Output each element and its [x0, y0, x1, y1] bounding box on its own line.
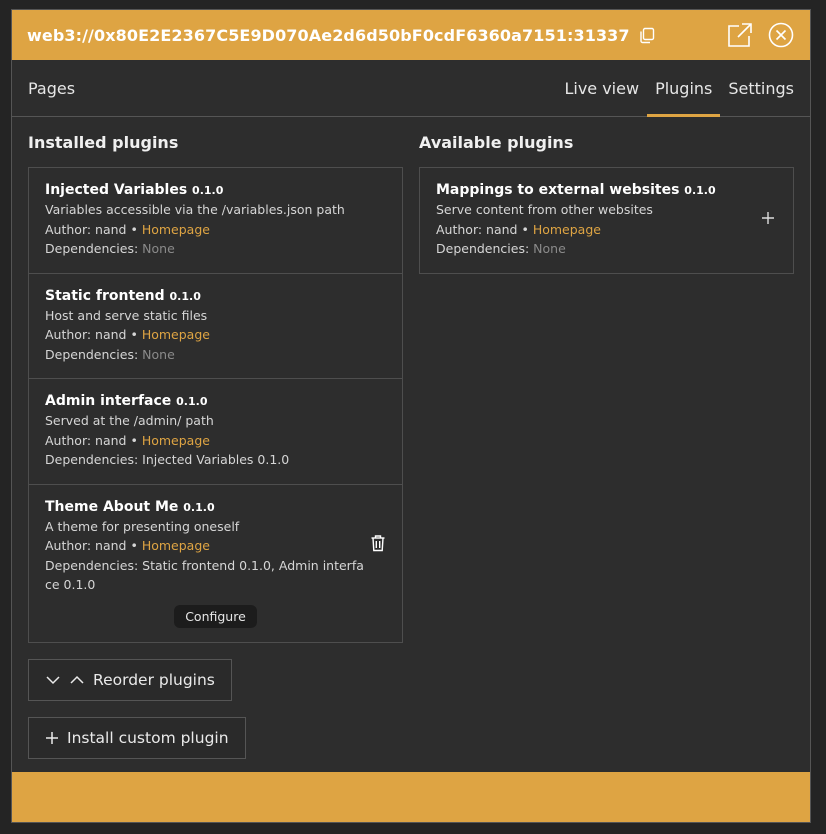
plugin-manager-window: web3://0x80E2E2367C5E9D070Ae2d6d50bF0cdF… [11, 9, 811, 823]
close-icon[interactable] [768, 22, 794, 48]
tab-bar: Live view Plugins Settings [556, 60, 794, 117]
plugin-description: Serve content from other websites [436, 202, 653, 217]
plugin-name: Mappings to external websites [436, 182, 680, 198]
homepage-link[interactable]: Homepage [142, 538, 210, 553]
installed-plugin-list: Injected Variables 0.1.0 Variables acces… [28, 167, 403, 643]
add-plugin-icon[interactable] [761, 210, 775, 224]
plugin-description: Variables accessible via the /variables.… [45, 202, 345, 217]
install-custom-plugin-button[interactable]: Install custom plugin [28, 716, 246, 759]
plugin-version: 0.1.0 [192, 184, 224, 197]
plugin-name: Injected Variables [45, 182, 188, 198]
plugin-author: Author: nand • [436, 221, 529, 237]
dependencies-label: Dependencies: [436, 241, 530, 256]
available-column: Available plugins Mappings to external w… [419, 133, 794, 759]
top-nav: Pages Live view Plugins Settings [12, 60, 810, 117]
plugin-author: Author: nand • [45, 432, 138, 448]
plus-icon [46, 731, 58, 744]
reorder-plugins-label: Reorder plugins [93, 670, 215, 689]
plugin-description: A theme for presenting oneself [45, 518, 240, 534]
installed-column: Installed plugins Injected Variables 0.1… [28, 133, 403, 759]
pages-link[interactable]: Pages [28, 79, 75, 98]
plugin-card: Static frontend 0.1.0 Host and serve sta… [29, 274, 402, 379]
dependencies-label: Dependencies: [45, 452, 139, 467]
plugin-card: Admin interface 0.1.0 Served at the /adm… [29, 379, 402, 485]
plugin-version: 0.1.0 [176, 395, 208, 408]
plugin-description: Served at the /admin/ path [45, 413, 214, 428]
plugin-version: 0.1.0 [684, 184, 716, 197]
plugin-description: Host and serve static files [45, 307, 208, 323]
plugin-name: Static frontend [45, 287, 165, 304]
dependencies-label: Dependencies: [45, 241, 139, 256]
dependencies-label: Dependencies: [45, 346, 139, 362]
dependencies-value: None [533, 241, 566, 256]
plugin-version: 0.1.0 [183, 500, 215, 514]
plugin-author: Author: nand • [45, 327, 138, 342]
available-plugin-list: Mappings to external websites 0.1.0 Serv… [419, 167, 794, 274]
tab-live-view[interactable]: Live view [556, 60, 647, 116]
homepage-link[interactable]: Homepage [142, 433, 210, 448]
homepage-link[interactable]: Homepage [533, 222, 601, 237]
homepage-link[interactable]: Homepage [142, 222, 210, 237]
tab-settings[interactable]: Settings [720, 60, 794, 116]
plugin-card: Theme About Me 0.1.0 A theme for present… [29, 485, 402, 642]
web3-address: web3://0x80E2E2367C5E9D070Ae2d6d50bF0cdF… [27, 25, 630, 45]
titlebar: web3://0x80E2E2367C5E9D070Ae2d6d50bF0cdF… [12, 10, 810, 60]
dependencies-label: Dependencies: [45, 557, 139, 573]
plugin-card: Mappings to external websites 0.1.0 Serv… [420, 168, 793, 273]
homepage-link[interactable]: Homepage [142, 327, 210, 342]
plugin-author: Author: nand • [45, 221, 138, 237]
plugin-name: Theme About Me [45, 498, 179, 515]
footer-bar [12, 772, 810, 822]
dependencies-value: None [142, 346, 175, 362]
configure-button[interactable]: Configure [174, 604, 257, 628]
plugin-card: Injected Variables 0.1.0 Variables acces… [29, 168, 402, 274]
copy-icon[interactable] [638, 26, 656, 44]
plugin-name: Admin interface [45, 393, 172, 409]
plugin-author: Author: nand • [45, 538, 138, 553]
dependencies-value: None [142, 241, 175, 256]
reorder-plugins-button[interactable]: Reorder plugins [28, 658, 232, 701]
open-external-icon[interactable] [726, 21, 754, 49]
dependencies-value: Injected Variables 0.1.0 [142, 452, 290, 467]
available-heading: Available plugins [419, 133, 574, 152]
plugins-content: Installed plugins Injected Variables 0.1… [12, 117, 810, 759]
chevron-down-icon [46, 675, 60, 684]
installed-heading: Installed plugins [28, 133, 179, 152]
trash-icon[interactable] [370, 534, 386, 552]
chevron-up-icon [70, 675, 84, 684]
plugin-version: 0.1.0 [169, 289, 201, 303]
tab-plugins[interactable]: Plugins [647, 60, 721, 117]
install-custom-plugin-label: Install custom plugin [67, 728, 229, 747]
